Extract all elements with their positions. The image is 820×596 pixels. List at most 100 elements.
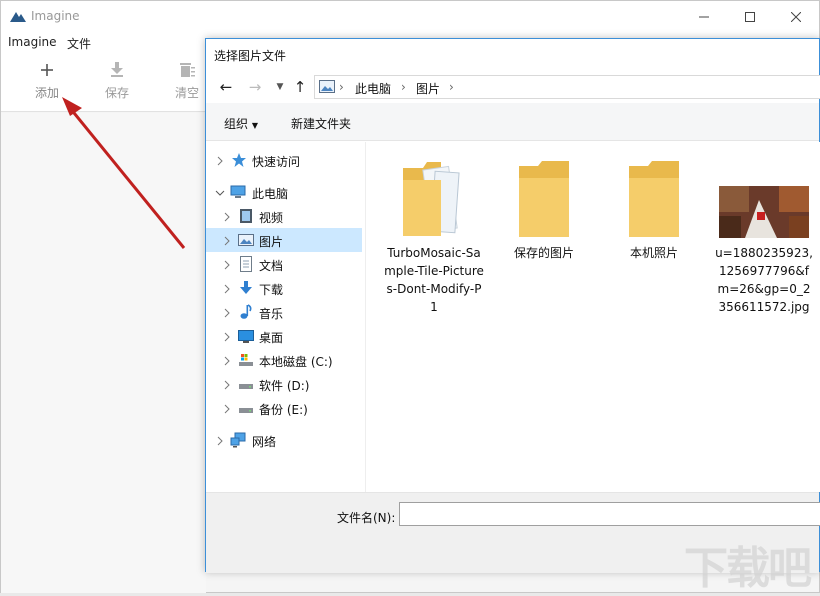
tree-item-network[interactable]: 网络 bbox=[206, 428, 362, 452]
command-bar: 组织 ▼ 新建文件夹 bbox=[206, 103, 819, 141]
menu-file[interactable]: 文件 bbox=[67, 35, 91, 52]
recent-locations-button[interactable]: ▼ bbox=[271, 78, 289, 96]
drive-icon bbox=[239, 408, 253, 413]
file-item-saved-pictures[interactable]: 保存的图片 bbox=[494, 152, 594, 262]
open-file-dialog: 选择图片文件 ← → ▼ ↑ › 此电脑 › 图片 › 组织 ▼ 新建文件夹 快… bbox=[205, 38, 820, 573]
video-icon bbox=[240, 209, 252, 223]
close-button[interactable] bbox=[773, 1, 819, 32]
address-bar[interactable]: › 此电脑 › 图片 › bbox=[314, 75, 820, 99]
tree-item-downloads[interactable]: 下载 bbox=[206, 276, 362, 300]
breadcrumb-separator: › bbox=[401, 80, 406, 94]
file-name: u=1880235923,1256977796&fm=26&gp=0_23566… bbox=[715, 246, 813, 314]
music-icon bbox=[240, 304, 252, 319]
file-name: 本机照片 bbox=[629, 246, 678, 260]
tree-item-music[interactable]: 音乐 bbox=[206, 300, 362, 324]
close-icon bbox=[791, 11, 801, 22]
tree-item-documents[interactable]: 文档 bbox=[206, 252, 362, 276]
file-item-jpg[interactable]: u=1880235923,1256977796&fm=26&gp=0_23566… bbox=[714, 152, 814, 316]
back-button[interactable]: ← bbox=[217, 78, 235, 96]
pictures-icon bbox=[238, 234, 254, 246]
organize-button[interactable]: 组织 ▼ bbox=[224, 115, 258, 132]
chevron-right-icon bbox=[222, 259, 232, 270]
download-icon bbox=[111, 62, 123, 77]
minimize-button[interactable] bbox=[681, 1, 727, 32]
file-item-local-photos[interactable]: 本机照片 bbox=[604, 152, 704, 262]
maximize-icon bbox=[745, 11, 755, 22]
tree-label-pictures: 图片 bbox=[259, 235, 284, 249]
title-bar: Imagine bbox=[1, 1, 819, 32]
breadcrumb-separator: › bbox=[339, 80, 344, 94]
tree-item-pictures[interactable]: 图片 bbox=[206, 228, 362, 252]
app-logo-icon bbox=[10, 12, 26, 22]
dialog-title: 选择图片文件 bbox=[214, 49, 287, 63]
chevron-right-icon bbox=[215, 435, 225, 446]
trash-icon bbox=[180, 63, 195, 77]
chevron-right-icon bbox=[222, 307, 232, 318]
drive-icon bbox=[239, 384, 253, 389]
desktop-icon bbox=[238, 330, 254, 343]
image-thumbnail bbox=[719, 186, 809, 238]
download-icon bbox=[240, 281, 252, 294]
menu-imagine[interactable]: Imagine bbox=[8, 35, 57, 49]
file-list: TurboMosaic-Sample-Tile-Pictures-Dont-Mo… bbox=[368, 142, 820, 492]
up-button[interactable]: ↑ bbox=[291, 78, 309, 96]
tree-item-this-pc[interactable]: 此电脑 bbox=[206, 180, 362, 204]
dropdown-arrow-icon: ▼ bbox=[251, 121, 258, 130]
pictures-icon bbox=[319, 80, 335, 93]
tree-item-drive-c[interactable]: 本地磁盘 (C:) bbox=[206, 348, 362, 372]
maximize-button[interactable] bbox=[727, 1, 773, 32]
filename-input[interactable] bbox=[399, 502, 820, 526]
tree-item-drive-d[interactable]: 软件 (D:) bbox=[206, 372, 362, 396]
tree-label-music: 音乐 bbox=[259, 307, 284, 321]
tree-label-downloads: 下载 bbox=[259, 283, 284, 297]
arrow-left-icon: ← bbox=[219, 78, 233, 96]
tree-label-network: 网络 bbox=[252, 435, 277, 449]
file-name: 保存的图片 bbox=[513, 246, 574, 260]
image-list-area[interactable] bbox=[1, 113, 206, 593]
tree-label-this-pc: 此电脑 bbox=[252, 187, 289, 201]
save-label: 保存 bbox=[104, 86, 129, 100]
breadcrumb-pictures[interactable]: 图片 bbox=[416, 80, 440, 97]
add-label: 添加 bbox=[34, 86, 59, 100]
breadcrumb-separator: › bbox=[449, 80, 454, 94]
file-item-turbomosaic[interactable]: TurboMosaic-Sample-Tile-Pictures-Dont-Mo… bbox=[384, 152, 484, 316]
file-name: TurboMosaic-Sample-Tile-Pictures-Dont-Mo… bbox=[384, 246, 484, 314]
chevron-right-icon bbox=[222, 355, 232, 366]
tree-label-quick-access: 快速访问 bbox=[252, 155, 301, 169]
tree-label-drive-c: 本地磁盘 (C:) bbox=[259, 355, 333, 369]
chevron-right-icon bbox=[215, 155, 225, 166]
forward-button[interactable]: → bbox=[246, 78, 264, 96]
new-folder-button[interactable]: 新建文件夹 bbox=[291, 115, 351, 132]
filename-label: 文件名(N): bbox=[337, 511, 396, 525]
chevron-right-icon bbox=[222, 403, 232, 414]
breadcrumb-this-pc[interactable]: 此电脑 bbox=[355, 80, 391, 97]
tree-label-drive-d: 软件 (D:) bbox=[259, 379, 310, 393]
tree-label-videos: 视频 bbox=[259, 211, 284, 225]
tree-item-quick-access[interactable]: 快速访问 bbox=[206, 148, 362, 172]
chevron-down-icon bbox=[215, 187, 225, 197]
navigation-pane: 快速访问 此电脑 视频 图片 文档 下载 音乐 桌面 本地磁盘 (C:) 软件 … bbox=[206, 142, 366, 492]
drive-icon bbox=[239, 354, 253, 366]
save-button[interactable]: 保存 bbox=[92, 60, 142, 101]
organize-label: 组织 bbox=[224, 117, 249, 131]
arrow-up-icon: ↑ bbox=[293, 78, 307, 96]
folder-icon bbox=[519, 161, 569, 237]
tree-label-drive-e: 备份 (E:) bbox=[259, 403, 308, 417]
app-title: Imagine bbox=[31, 9, 80, 23]
tree-item-drive-e[interactable]: 备份 (E:) bbox=[206, 396, 362, 420]
chevron-down-icon: ▼ bbox=[276, 82, 284, 92]
chevron-right-icon bbox=[222, 283, 232, 294]
arrow-right-icon: → bbox=[248, 78, 262, 96]
add-button[interactable]: 添加 bbox=[22, 60, 72, 101]
watermark: 下载吧 bbox=[684, 543, 812, 594]
folder-icon bbox=[403, 162, 460, 236]
network-icon bbox=[230, 432, 246, 448]
address-row: ← → ▼ ↑ › 此电脑 › 图片 › bbox=[206, 71, 820, 103]
chevron-right-icon bbox=[222, 235, 232, 246]
tree-item-desktop[interactable]: 桌面 bbox=[206, 324, 362, 348]
chevron-right-icon bbox=[222, 211, 232, 222]
tree-label-documents: 文档 bbox=[259, 259, 284, 273]
tree-label-desktop: 桌面 bbox=[259, 331, 284, 345]
chevron-right-icon bbox=[222, 331, 232, 342]
tree-item-videos[interactable]: 视频 bbox=[206, 204, 362, 228]
